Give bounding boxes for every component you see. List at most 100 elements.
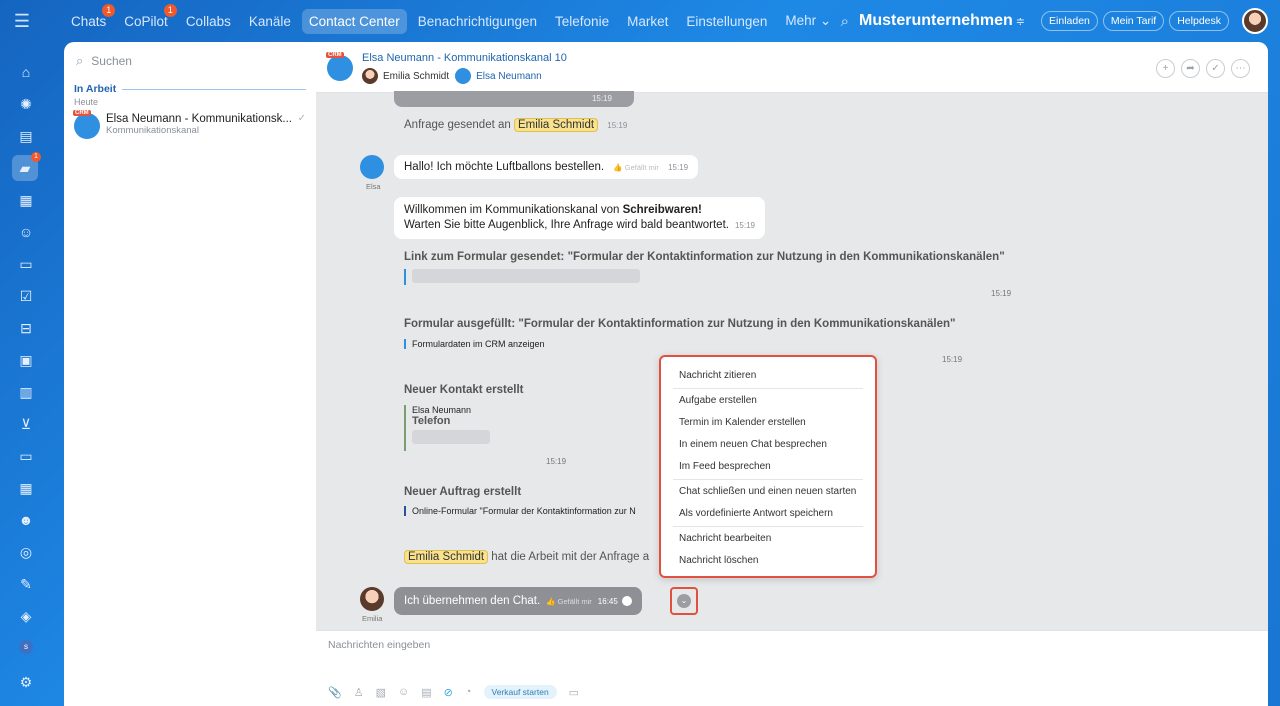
welcome-message[interactable]: Willkommen im Kommunikationskanal von Sc… [394, 197, 765, 239]
menu-discuss-feed[interactable]: Im Feed besprechen [661, 456, 875, 478]
link-quote[interactable] [404, 269, 640, 285]
target-icon[interactable]: ◎ [16, 542, 36, 562]
invite-button[interactable]: Einladen [1041, 11, 1098, 31]
template-icon[interactable]: ▭ [569, 686, 579, 699]
elsa-avatar[interactable] [455, 68, 472, 84]
booking-icon[interactable]: ▦ [16, 478, 36, 498]
message-menu-button[interactable]: ⌄ [670, 587, 698, 615]
hide-icon[interactable]: ⊘ [444, 686, 453, 699]
previous-message-bubble[interactable]: 15:19 [394, 91, 634, 107]
list-item[interactable]: CRM Elsa Neumann - Kommunikationsk... Ko… [64, 109, 316, 143]
home-icon[interactable]: ⌂ [16, 62, 36, 82]
order-link[interactable]: Online-Formular "Formular der Kontaktinf… [404, 506, 636, 516]
message-context-menu: Nachricht zitieren Aufgabe erstellen Ter… [659, 355, 877, 578]
menu-delete-message[interactable]: Nachricht löschen [661, 550, 875, 572]
plan-button[interactable]: Mein Tarif [1102, 11, 1165, 31]
like-button[interactable]: 👍 Gefällt mir [546, 597, 592, 606]
message-bubble[interactable]: Hallo! Ich möchte Luftballons bestellen.… [394, 155, 699, 179]
check-icon: ✓ [297, 113, 306, 124]
company-name[interactable]: Musterunternehmen ≑ [859, 12, 1025, 30]
attach-icon[interactable]: 📎 [328, 686, 342, 699]
channel-avatar[interactable]: CRM [326, 52, 353, 81]
crm-badge: CRM [326, 52, 344, 58]
nav-market[interactable]: Market [620, 9, 675, 34]
chats-badge: 1 [102, 3, 116, 17]
cart-icon[interactable]: ⊻ [16, 414, 36, 434]
chat-rail-badge: 1 [31, 152, 41, 162]
helpdesk-button[interactable]: Helpdesk [1169, 11, 1229, 31]
settings-icon[interactable]: ⚙ [16, 672, 36, 692]
message-input[interactable]: Nachrichten eingeben [328, 639, 430, 651]
crm-data-link[interactable]: Formulardaten im CRM anzeigen [404, 339, 545, 349]
menu-icon[interactable]: ☰ [0, 0, 44, 42]
menu-save-template[interactable]: Als vordefinierte Antwort speichern [661, 503, 875, 525]
nav-chats[interactable]: Chats 1 [64, 3, 116, 34]
user-mention[interactable]: Emilia Schmidt [404, 550, 489, 564]
menu-create-event[interactable]: Termin im Kalender erstellen [661, 412, 875, 434]
nav-notifications[interactable]: Benachrichtigungen [411, 9, 544, 34]
like-button[interactable]: 👍 Gefällt mir [613, 163, 659, 172]
smile-icon[interactable]: ☺ [398, 686, 409, 698]
nav-collabs[interactable]: Collabs [179, 9, 238, 34]
user-avatar[interactable] [1242, 8, 1268, 34]
menu-close-chat[interactable]: Chat schließen und einen neuen starten [661, 481, 875, 503]
menu-quote[interactable]: Nachricht zitieren [661, 365, 875, 387]
chat-header: CRM Elsa Neumann - Kommunikationskanal 1… [316, 42, 1268, 93]
tasks-icon[interactable]: ☑ [16, 286, 36, 306]
user-initial-badge[interactable]: s [19, 640, 33, 654]
copilot-icon[interactable]: ✺ [16, 94, 36, 114]
analytics-icon[interactable]: ▥ [16, 382, 36, 402]
quick-answer-icon[interactable]: ▧ [376, 686, 386, 699]
composer-toolbar: 📎 ♙ ▧ ☺ ▤ ⊘ ◔ Verkauf starten ▭ [328, 685, 591, 699]
menu-divider [673, 388, 863, 389]
search-icon: ⌕ [76, 53, 84, 68]
nav-contact-center[interactable]: Contact Center [301, 8, 407, 34]
emilia-avatar[interactable] [360, 587, 384, 611]
nav-copilot[interactable]: CoPilot 1 [117, 3, 177, 34]
presentation-icon[interactable]: ▣ [16, 350, 36, 370]
search-input[interactable]: Suchen [91, 54, 132, 68]
user-mention[interactable]: Emilia Schmidt [513, 118, 599, 132]
menu-create-task[interactable]: Aufgabe erstellen [661, 390, 875, 412]
add-icon[interactable]: + [1156, 59, 1175, 78]
search-bar[interactable]: ⌕ Suchen [64, 42, 316, 80]
contact-card[interactable]: Elsa Neumann Telefon [404, 405, 490, 451]
calendar-icon[interactable]: ▦ [16, 190, 36, 210]
own-message-bubble[interactable]: Ich übernehmen den Chat. 👍 Gefällt mir 1… [394, 587, 642, 615]
team-icon[interactable]: ☺ [16, 222, 36, 242]
document-icon[interactable]: ▭ [16, 254, 36, 274]
chevron-down-icon: ⌄ [677, 594, 691, 608]
more-icon[interactable]: ⋯ [1231, 59, 1250, 78]
robot-icon[interactable]: ☻ [16, 510, 36, 530]
menu-discuss-new-chat[interactable]: In einem neuen Chat besprechen [661, 434, 875, 456]
crm-badge: CRM [73, 110, 91, 116]
feed-icon[interactable]: ▤ [16, 126, 36, 146]
nav-more[interactable]: Mehr ⌄ [778, 8, 838, 34]
nav-telephony[interactable]: Telefonie [548, 9, 616, 34]
signature-icon[interactable]: ✎ [16, 574, 36, 594]
chat-list-panel: ⌕ Suchen In Arbeit Heute CRM Elsa Neuman… [64, 42, 316, 706]
nav-kanaele[interactable]: Kanäle [242, 9, 298, 34]
member-elsa[interactable]: Elsa Neumann [476, 71, 542, 82]
menu-edit-message[interactable]: Nachricht bearbeiten [661, 528, 875, 550]
mention-icon[interactable]: ♙ [354, 686, 364, 699]
drive-icon[interactable]: ⊟ [16, 318, 36, 338]
sender-name: Elsa [366, 182, 381, 191]
forward-icon[interactable]: ➦ [1181, 59, 1200, 78]
emilia-avatar[interactable] [362, 68, 378, 84]
nav-settings[interactable]: Einstellungen [679, 9, 774, 34]
elsa-avatar[interactable] [360, 155, 384, 179]
top-bar: ☰ Chats 1 CoPilot 1 Collabs Kanäle Contact… [0, 0, 1280, 42]
contact-created-title: Neuer Kontakt erstellt [404, 384, 524, 396]
member-emilia[interactable]: Emilia Schmidt [383, 71, 449, 82]
start-sale-button[interactable]: Verkauf starten [483, 685, 557, 699]
forms-icon[interactable]: ▤ [421, 686, 431, 699]
search-icon[interactable]: ⌕ [841, 13, 849, 30]
chat-icon[interactable]: ▰ 1 [12, 152, 41, 181]
chat-title[interactable]: Elsa Neumann - Kommunikationskanal 10 [362, 52, 567, 64]
bitrix-icon[interactable]: ◈ [16, 606, 36, 626]
sites-icon[interactable]: ▭ [16, 446, 36, 466]
payment-icon[interactable]: ◔ [465, 686, 472, 698]
check-circle-icon[interactable]: ✓ [1206, 59, 1225, 78]
order-created-title: Neuer Auftrag erstellt [404, 486, 522, 498]
